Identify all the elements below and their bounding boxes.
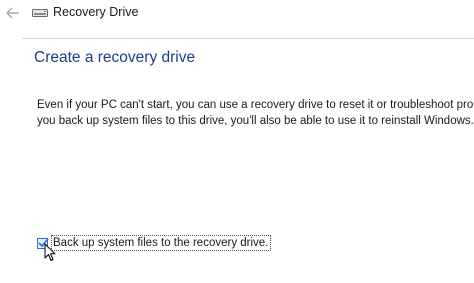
backup-checkbox-label[interactable]: Back up system files to the recovery dri… xyxy=(51,235,272,251)
drive-icon xyxy=(32,9,48,17)
description-text: Even if your PC can't start, you can use… xyxy=(37,97,474,129)
page-heading: Create a recovery drive xyxy=(34,49,196,66)
recovery-drive-window: Recovery Drive Create a recovery drive E… xyxy=(0,0,474,283)
title-bar: Recovery Drive xyxy=(0,0,474,28)
window-title: Recovery Drive xyxy=(53,5,139,19)
description-line: Even if your PC can't start, you can use… xyxy=(37,99,474,111)
header-divider xyxy=(22,38,474,39)
backup-checkbox[interactable] xyxy=(37,237,49,249)
description-line: you back up system files to this drive, … xyxy=(37,115,474,127)
back-arrow-icon[interactable] xyxy=(4,4,22,22)
checkmark-icon xyxy=(38,237,49,247)
backup-system-files-option[interactable]: Back up system files to the recovery dri… xyxy=(37,234,272,252)
